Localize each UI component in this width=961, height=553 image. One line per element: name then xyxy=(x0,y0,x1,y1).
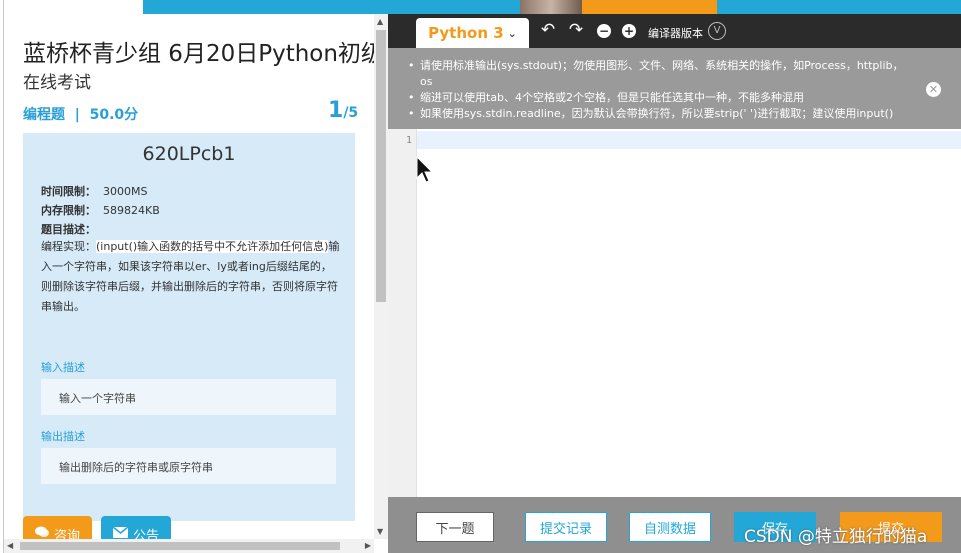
line-gutter: 1 xyxy=(388,129,417,497)
notice-list: 请使用标准输出(sys.stdout)；勿使用图形、文件、网络、系统相关的操作，… xyxy=(406,58,906,122)
close-icon[interactable]: ✕ xyxy=(926,82,941,97)
editor-panel: Python 3 ⌄ ↶ ↷ − + 编译器版本 V 请使用标准输出(sys.s… xyxy=(388,14,961,553)
scroll-down-icon[interactable]: ▼ xyxy=(377,527,383,536)
output-desc-box: 输出删除后的字符串或原字符串 xyxy=(41,448,336,484)
desc-label: 题目描述： xyxy=(41,223,96,236)
time-limit: 时间限制： 3000MS xyxy=(41,185,148,198)
screen: 蓝桥杯青少组 6月20日Python初级 在线考试 编程题 | 50.0分 1/… xyxy=(0,0,961,553)
video-thumbnail xyxy=(520,0,582,14)
input-desc-box: 输入一个字符串 xyxy=(41,379,336,415)
scroll-left-icon[interactable]: ◀ xyxy=(7,541,13,550)
input-desc-label: 输入描述 xyxy=(41,361,85,374)
question-code: 620LPcb1 xyxy=(142,143,236,165)
notice-item: 如果使用sys.stdin.readline，因为默认会带换行符，所以要stri… xyxy=(406,106,906,122)
redo-icon[interactable]: ↷ xyxy=(566,20,586,40)
question-index: 1/5 xyxy=(328,98,359,123)
output-desc-label: 输出描述 xyxy=(41,430,85,443)
notice-item: 请使用标准输出(sys.stdout)；勿使用图形、文件、网络、系统相关的操作，… xyxy=(406,58,906,90)
question-card: 620LPcb1 时间限制： 3000MS 内存限制： 589824KB 题目描… xyxy=(23,133,355,521)
question-type: 编程题 | 50.0分 xyxy=(23,107,139,123)
top-strip xyxy=(0,0,961,14)
question-score: 50.0分 xyxy=(89,107,139,123)
page-title: 蓝桥杯青少组 6月20日Python初级 xyxy=(23,41,374,67)
self-test-button[interactable]: 自测数据 xyxy=(629,512,711,542)
watermark: CSDN @特立独行的猫a xyxy=(744,527,928,547)
question-panel: 蓝桥杯青少组 6月20日Python初级 在线考试 编程题 | 50.0分 1/… xyxy=(4,14,374,553)
zoom-in-icon[interactable]: + xyxy=(622,24,636,38)
question-horizontal-scrollbar[interactable]: ◀ ▶ xyxy=(4,539,374,553)
memory-limit: 内存限制： 589824KB xyxy=(41,204,160,217)
active-line[interactable] xyxy=(417,131,961,149)
next-question-button[interactable]: 下一题 xyxy=(416,512,494,542)
undo-icon[interactable]: ↶ xyxy=(538,20,558,40)
notice-banner: 请使用标准输出(sys.stdout)；勿使用图形、文件、网络、系统相关的操作，… xyxy=(388,48,961,129)
code-editor[interactable] xyxy=(417,129,961,497)
question-description: 编程实现：(input()输入函数的括号中不允许添加任何信息)输入一个字符串，如… xyxy=(41,240,340,313)
editor-toolbar: Python 3 ⌄ ↶ ↷ − + 编译器版本 V xyxy=(388,14,961,48)
mouse-cursor-icon xyxy=(416,156,434,183)
zoom-out-icon[interactable]: − xyxy=(597,24,611,38)
line-number: 1 xyxy=(405,135,412,146)
page-subtitle: 在线考试 xyxy=(23,73,91,93)
notice-item: 缩进可以使用tab、4个空格或2个空格，但是只能任选其中一种，不能多种混用 xyxy=(406,90,906,106)
compiler-version-label: 编译器版本 xyxy=(648,27,703,40)
compiler-version-icon[interactable]: V xyxy=(708,22,726,40)
scroll-right-icon[interactable]: ▶ xyxy=(365,541,371,550)
language-select[interactable]: Python 3 ⌄ xyxy=(416,18,529,48)
chevron-down-icon: ⌄ xyxy=(507,26,517,40)
submission-history-button[interactable]: 提交记录 xyxy=(525,512,607,542)
scroll-up-icon[interactable]: ▲ xyxy=(377,17,383,26)
question-vertical-scrollbar[interactable]: ▲ ▼ xyxy=(374,14,388,539)
